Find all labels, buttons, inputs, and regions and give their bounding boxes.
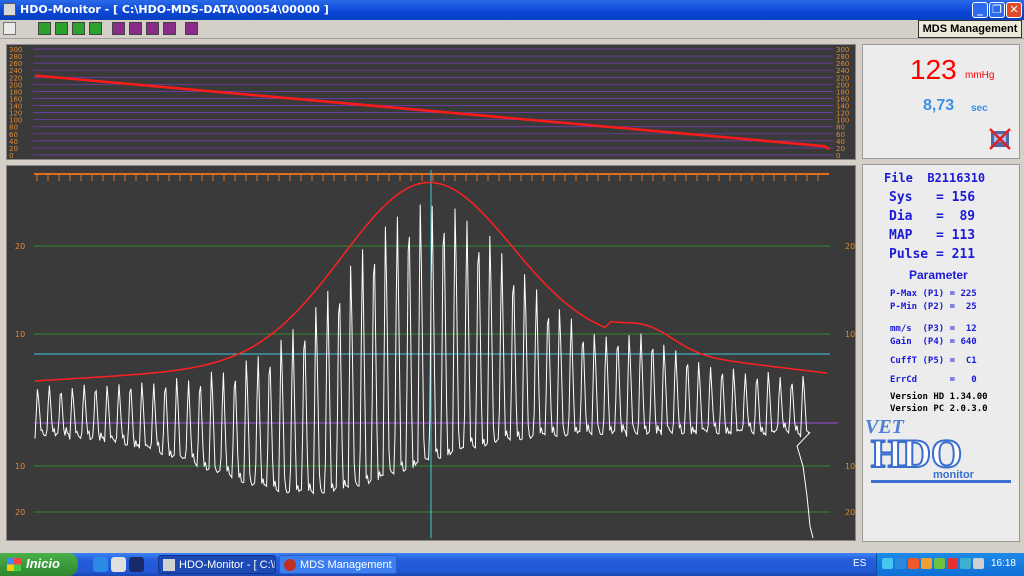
start-label: Inicio [26,556,60,571]
pressure-value: 123 [910,54,957,85]
mds-task-icon [284,559,296,571]
pmin-param: P-Min (P2) = 25 [890,302,977,312]
gain-param: Gain (P4) = 640 [890,337,977,347]
systolic-value: Sys = 156 [889,190,976,205]
arrow-right-icon[interactable] [55,22,68,35]
windows-logo-icon [7,558,21,571]
scale-label-right: 20 [845,242,855,251]
logo-monitor: monitor [933,469,975,481]
window-title: HDO-Monitor - [ C:\HDO-MDS-DATA\00054\00… [20,3,329,16]
cuff-pressure-chart: 300 300 280 280 260 260 240 240 220 220 200 200 180 1… [6,44,856,160]
mds-management-button[interactable]: MDS Management [918,20,1022,38]
time-unit: sec [971,103,988,114]
grid-4-icon[interactable] [163,22,176,35]
diastolic-value: Dia = 89 [889,209,976,224]
vet-hdo-logo: VET HDO monitor [865,416,1011,483]
scale-label-right: 10 [845,330,855,339]
grid-1-icon[interactable] [112,22,125,35]
tray-icon-4[interactable] [921,558,932,569]
grid-2-icon[interactable] [129,22,142,35]
tray-icon-6[interactable] [947,558,958,569]
cufft-param: CuffT (P5) = C1 [890,356,977,366]
hdo-task-icon [163,559,175,571]
scale-label-left: 20 [15,508,25,517]
pulse-value: Pulse = 211 [889,247,976,262]
scale-label-left: 10 [15,330,25,339]
scale-label-left: 10 [15,462,25,471]
oscillation-plot: 20 10 10 20 20 10 10 20 [15,170,855,539]
parameter-title: Parameter [909,268,968,282]
pressure-unit: mmHg [965,70,995,81]
top-scale-label-left: 0 [9,152,13,159]
live-readout-panel: 123 mmHg 8,73 sec [862,44,1020,159]
close-button[interactable]: ✕ [1006,2,1022,18]
scale-label-right: 10 [845,462,855,471]
start-button[interactable]: Inicio [0,553,78,576]
errcd-param: ErrCd = 0 [890,375,977,385]
language-indicator[interactable]: ES [853,558,866,569]
arrow-left-icon[interactable] [38,22,51,35]
oscillation-chart: 20 10 10 20 20 10 10 20 [6,165,856,541]
tray-icon-7[interactable] [960,558,971,569]
email-icon[interactable] [111,557,126,572]
minimize-button[interactable]: _ [972,2,988,18]
taskbar: Inicio HDO-Monitor - [ C:\H... MDS Manag… [0,553,1024,576]
tray-icon-5[interactable] [934,558,945,569]
oscillation-trace [34,204,814,539]
tray-icon-3[interactable] [908,558,919,569]
task-mds-management[interactable]: MDS Management [279,555,397,574]
pmax-param: P-Max (P1) = 225 [890,289,977,299]
tray-icon-8[interactable] [973,558,984,569]
results-panel: File B2116310 Sys = 156 Dia = 89 MAP = 1… [862,164,1020,542]
printer-icon[interactable] [3,22,16,35]
arrow-down-icon[interactable] [89,22,102,35]
scale-label-right: 20 [845,508,855,517]
clock: 16:18 [990,558,1016,569]
top-scale-label-right: 0 [836,152,840,159]
cuff-pressure-plot: 300 300280 280260 260240 240220 220200 200180 1… [9,46,849,159]
file-label: File B2116310 [884,171,986,185]
internet-explorer-icon[interactable] [93,557,108,572]
disconnected-icon[interactable] [989,127,1011,151]
version-pc: Version PC 2.0.3.0 [890,404,988,414]
grid-5-icon[interactable] [185,22,198,35]
map-value: MAP = 113 [889,228,976,243]
task-hdo-monitor[interactable]: HDO-Monitor - [ C:\H... [158,555,276,574]
tray-icon-1[interactable] [882,558,893,569]
tray-icon-2[interactable] [895,558,906,569]
app-icon [3,3,16,16]
grid-3-icon[interactable] [146,22,159,35]
toolbar [0,20,1024,39]
media-player-icon[interactable] [129,557,144,572]
arrow-up-icon[interactable] [72,22,85,35]
time-value: 8,73 [923,97,955,114]
mms-param: mm/s (P3) = 12 [890,324,977,334]
maximize-button[interactable]: ❐ [989,2,1005,18]
scale-label-left: 20 [15,242,25,251]
version-hd: Version HD 1.34.00 [890,392,988,402]
system-tray: 16:18 [876,553,1024,576]
title-bar[interactable]: HDO-Monitor - [ C:\HDO-MDS-DATA\00054\00… [0,0,1024,20]
